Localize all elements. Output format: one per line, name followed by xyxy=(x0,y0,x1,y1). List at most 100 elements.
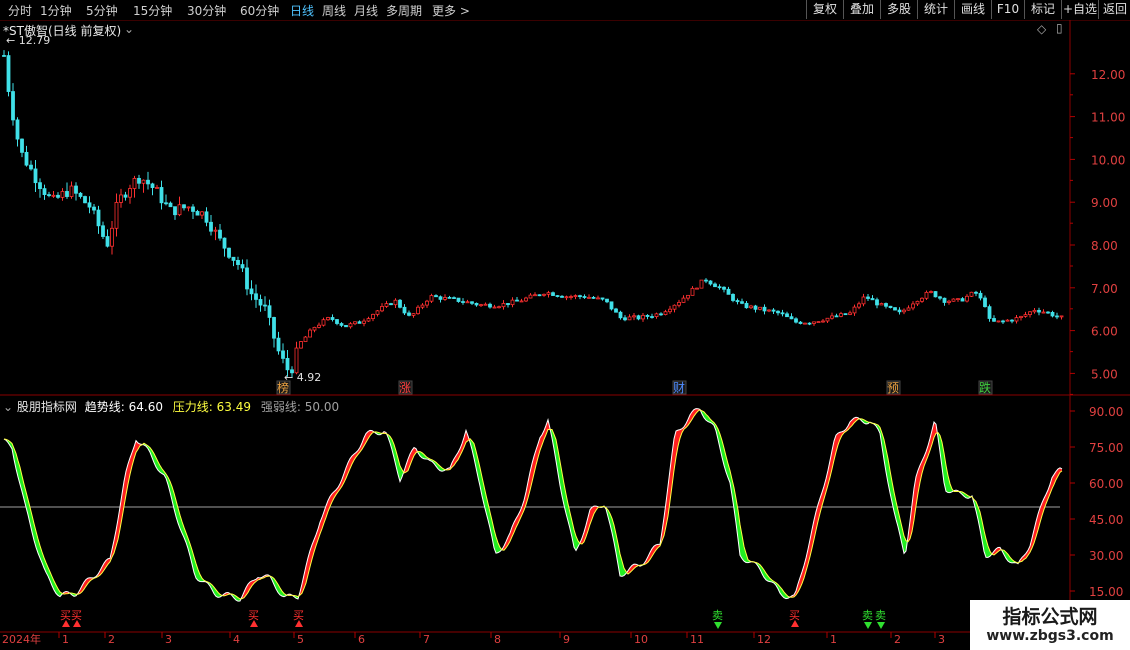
time-label: 3 xyxy=(165,633,172,646)
indicator-band-segment xyxy=(784,592,786,599)
indicator-band-segment xyxy=(208,582,210,587)
period-tab-weekly[interactable]: 周线 xyxy=(322,2,346,19)
indicator-band-segment xyxy=(528,472,530,498)
indicator-band-segment xyxy=(300,583,302,596)
period-tab-5min[interactable]: 5分钟 xyxy=(86,2,118,19)
indicator-band-segment xyxy=(628,567,630,575)
candle-body xyxy=(1005,319,1010,322)
period-tab-1min[interactable]: 1分钟 xyxy=(40,2,72,19)
indicator-band-segment xyxy=(376,431,378,435)
indicator-band-segment xyxy=(888,458,890,493)
indicator-band-segment xyxy=(444,469,446,471)
candle-body xyxy=(875,299,879,306)
indicator-band-segment xyxy=(1060,467,1062,473)
overlay-button[interactable]: 叠加 xyxy=(843,0,880,19)
period-tab-60min[interactable]: 60分钟 xyxy=(240,2,279,19)
candle-body xyxy=(771,309,776,312)
diamond-icon[interactable]: ◇ xyxy=(1037,22,1046,36)
indicator-band-segment xyxy=(612,518,614,543)
indicator-band-segment xyxy=(860,418,862,422)
indicator-band-segment xyxy=(504,541,506,551)
indicator-band-segment xyxy=(178,507,180,529)
period-tab-15min[interactable]: 15分钟 xyxy=(133,2,172,19)
candle-body xyxy=(371,313,375,319)
period-tab-monthly[interactable]: 月线 xyxy=(354,2,378,19)
candle-body xyxy=(497,306,501,309)
indicator-band-segment xyxy=(6,439,8,443)
period-tab-more[interactable]: 更多 > xyxy=(432,2,470,19)
indicator-band-segment xyxy=(54,581,56,594)
period-tab-30min[interactable]: 30分钟 xyxy=(187,2,226,19)
indicator-band-segment xyxy=(750,561,752,563)
candle-body xyxy=(65,191,69,197)
indicator-band-segment xyxy=(122,481,124,518)
indicator-name[interactable]: 股朋指标网 xyxy=(17,400,77,414)
chevron-down-icon[interactable]: ⌄ xyxy=(124,22,134,36)
add-watchlist-button[interactable]: +自选 xyxy=(1061,0,1098,19)
indicator-band-segment xyxy=(192,549,194,573)
candle-body xyxy=(87,202,92,208)
indicator-band-segment xyxy=(32,515,34,541)
candle-body xyxy=(1050,311,1055,317)
candle-body xyxy=(213,229,218,232)
candle-body xyxy=(429,295,434,302)
indicator-band-segment xyxy=(640,564,642,567)
time-label: 8 xyxy=(494,633,501,646)
mark-button[interactable]: 标记 xyxy=(1024,0,1061,19)
indicator-band-segment xyxy=(406,459,408,473)
statistics-button[interactable]: 统计 xyxy=(917,0,954,19)
indicator-band-segment xyxy=(296,595,298,600)
indicator-band-segment xyxy=(720,434,722,458)
period-tab-fenshi[interactable]: 分时 xyxy=(8,2,32,19)
candle-body xyxy=(177,204,182,216)
indicator-band-segment xyxy=(908,521,910,542)
candlestick-series xyxy=(2,50,1064,378)
candle-body xyxy=(587,296,591,299)
indicator-band-segment xyxy=(488,503,490,529)
candle-body xyxy=(650,316,654,318)
period-tab-daily[interactable]: 日线 xyxy=(290,2,314,19)
candle-body xyxy=(632,315,636,318)
indicator-band-segment xyxy=(158,461,160,473)
indicator-band-segment xyxy=(196,563,198,581)
indicator-band-segment xyxy=(916,470,918,507)
indicator-band-segment xyxy=(130,452,132,475)
indicator-band-segment xyxy=(800,571,802,589)
back-button[interactable]: 返回 xyxy=(1098,0,1130,19)
fuquan-button[interactable]: 复权 xyxy=(806,0,843,19)
indicator-band-segment xyxy=(970,495,972,498)
buy-signal: 买 xyxy=(60,609,71,622)
indicator-tick-label: 30.00 xyxy=(1089,549,1123,563)
indicator-band-segment xyxy=(544,425,546,440)
period-tab-multi[interactable]: 多周期 xyxy=(386,2,422,19)
indicator-band-segment xyxy=(394,444,396,467)
candle-body xyxy=(96,209,101,227)
indicator-band-segment xyxy=(398,458,400,482)
indicator-band-segment xyxy=(550,428,552,439)
indicator-band-segment xyxy=(26,491,28,515)
indicator-band-segment xyxy=(1050,477,1052,494)
indicator-band-segment xyxy=(974,499,976,511)
candle-body xyxy=(600,297,605,300)
indicator-band-segment xyxy=(98,570,100,577)
candle-body xyxy=(749,305,753,309)
multi-stock-button[interactable]: 多股 xyxy=(880,0,917,19)
indicator-band-segment xyxy=(154,453,156,467)
panel-toggle-icon[interactable]: ▯ xyxy=(1056,21,1063,35)
candle-body xyxy=(443,297,447,300)
time-label: 2024年 xyxy=(2,632,41,646)
f10-button[interactable]: F10 xyxy=(991,0,1024,19)
chart-canvas[interactable]: 12.00 11.00 10.00 9.00 8.00 7.00 6.00 5.00 ← 12… xyxy=(0,0,1130,650)
candle-body xyxy=(501,303,506,308)
indicator-band-segment xyxy=(904,535,906,554)
candle-body xyxy=(78,192,83,197)
indicator-band-segment xyxy=(106,558,108,568)
candle-body xyxy=(191,206,195,212)
indicator-band-segment xyxy=(624,568,626,576)
candle-body xyxy=(11,91,15,121)
indicator-menu-icon[interactable]: ⌄ xyxy=(3,400,13,414)
indicator-band-segment xyxy=(708,416,710,423)
draw-line-button[interactable]: 画线 xyxy=(954,0,991,19)
candle-body xyxy=(137,177,141,184)
indicator-band-segment xyxy=(668,469,670,517)
